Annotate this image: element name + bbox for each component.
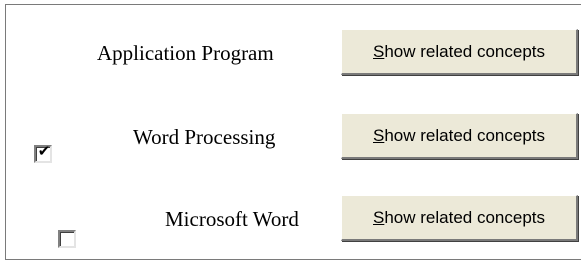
show-related-concepts-button[interactable]: Show related concepts	[341, 195, 578, 241]
button-label: how related concepts	[384, 42, 545, 61]
show-related-concepts-button[interactable]: Show related concepts	[341, 29, 578, 75]
concept-label: Microsoft Word	[165, 207, 299, 231]
concept-checkbox[interactable]	[58, 230, 76, 248]
concept-row-microsoft-word: Microsoft Word Show related concepts	[6, 195, 581, 248]
concept-checkbox[interactable]: ✔	[34, 142, 52, 163]
concept-label: Application Program	[97, 41, 274, 65]
button-label: how related concepts	[384, 208, 545, 227]
button-accelerator: S	[373, 126, 385, 145]
concept-row-application-program: Application Program Show related concept…	[6, 29, 581, 75]
concept-label: Word Processing	[133, 125, 276, 149]
concept-panel: Application Program Show related concept…	[5, 4, 581, 260]
show-related-concepts-button[interactable]: Show related concepts	[341, 113, 578, 159]
button-accelerator: S	[373, 208, 385, 227]
checkmark-icon: ✔	[37, 142, 51, 160]
button-label: how related concepts	[384, 126, 545, 145]
concept-row-word-processing: ✔ Word Processing Show related concepts	[6, 113, 581, 163]
checkmark-icon	[60, 227, 76, 243]
button-accelerator: S	[373, 42, 385, 61]
